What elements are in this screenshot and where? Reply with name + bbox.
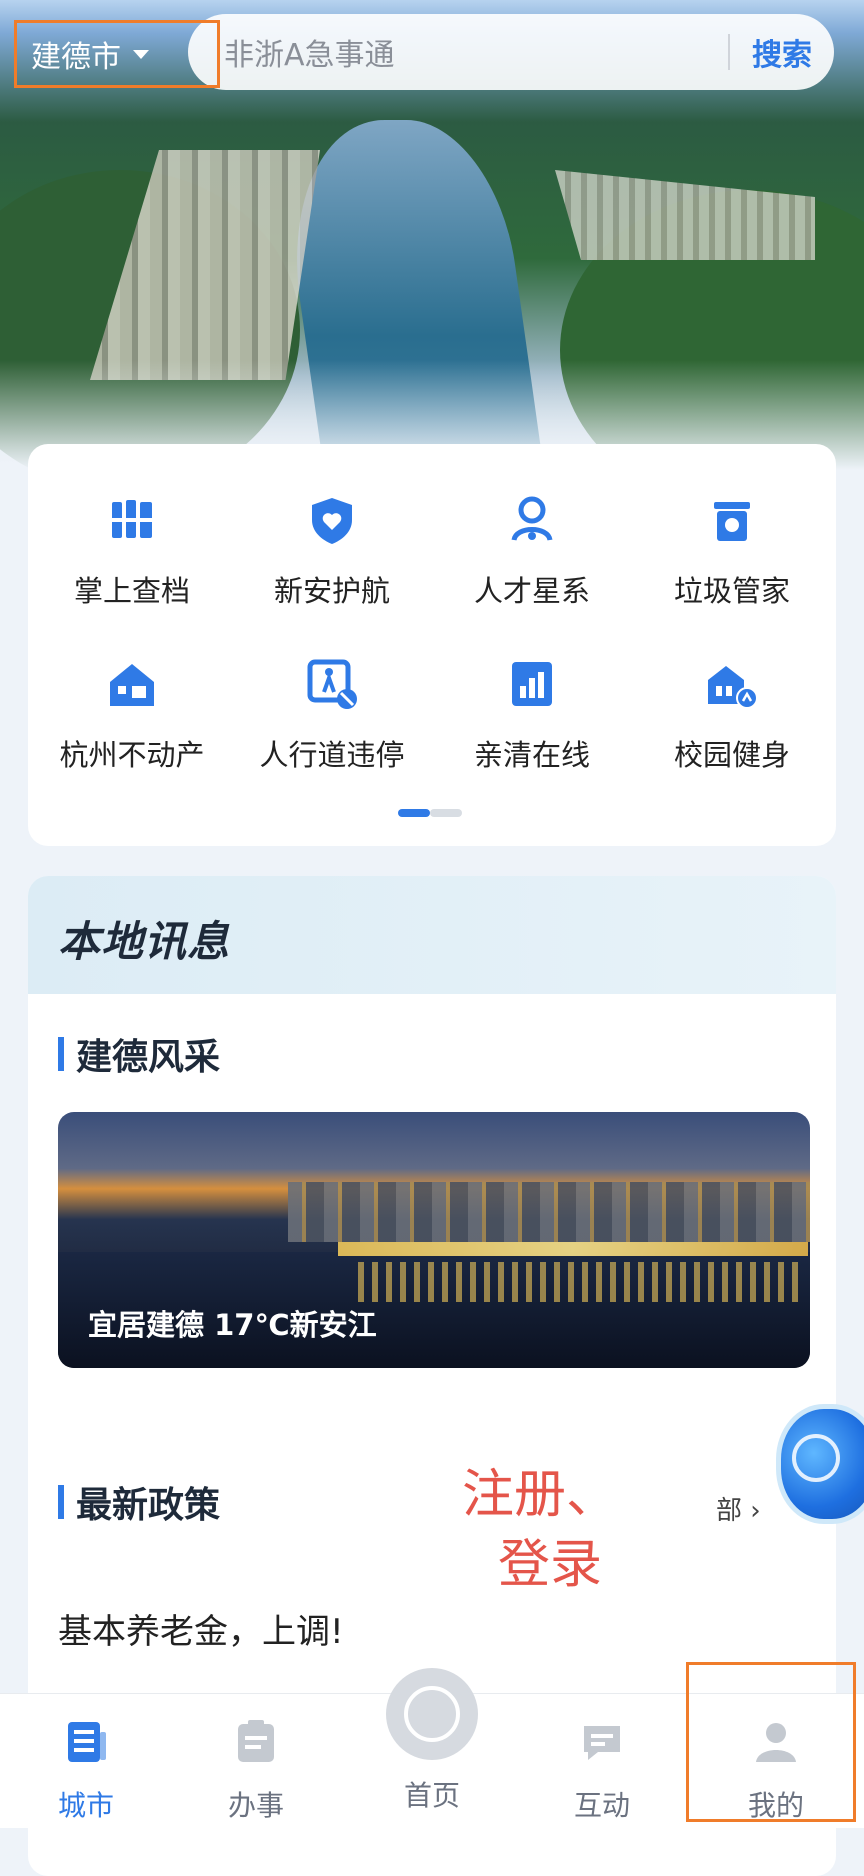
assistant-face-icon bbox=[792, 1434, 840, 1482]
banner-reflection bbox=[358, 1262, 798, 1302]
service-grid-card: 掌上查档 新安护航 人才星系 垃圾管家 杭州不动产 人行道违停 亲清在线 校园健… bbox=[28, 444, 836, 846]
local-news-title: 本地讯息 bbox=[58, 917, 231, 966]
service-grid: 掌上查档 新安护航 人才星系 垃圾管家 杭州不动产 人行道违停 亲清在线 校园健… bbox=[28, 490, 840, 774]
city-list-icon bbox=[68, 1722, 106, 1762]
service-item-realestate[interactable]: 杭州不动产 bbox=[32, 654, 232, 774]
tab-home[interactable] bbox=[386, 1668, 478, 1760]
school-run-icon bbox=[702, 654, 762, 714]
tab-affairs[interactable]: 办事 bbox=[196, 1718, 316, 1824]
page-dot bbox=[430, 809, 462, 817]
chat-bubble-icon bbox=[584, 1726, 620, 1760]
service-label: 掌上查档 bbox=[73, 574, 190, 608]
section-title-policy: 最新政策 bbox=[58, 1476, 220, 1528]
service-item-talent[interactable]: 人才星系 bbox=[432, 490, 632, 610]
page-indicator bbox=[398, 809, 462, 817]
service-item-campus-fitness[interactable]: 校园健身 bbox=[632, 654, 832, 774]
tab-home-label: 首页 bbox=[403, 1779, 460, 1812]
section-accent-bar bbox=[58, 1037, 64, 1071]
house-icon bbox=[102, 654, 162, 714]
home-logo-icon bbox=[404, 1686, 460, 1742]
service-item-archive[interactable]: 掌上查档 bbox=[32, 490, 232, 610]
tab-label: 我的 bbox=[747, 1789, 804, 1822]
service-item-xinan[interactable]: 新安护航 bbox=[232, 490, 432, 610]
tab-label: 城市 bbox=[57, 1789, 114, 1822]
search-button[interactable]: 搜索 bbox=[730, 30, 834, 74]
service-label: 人才星系 bbox=[473, 574, 590, 608]
building-chart-icon bbox=[502, 654, 562, 714]
service-label: 人行道违停 bbox=[259, 738, 405, 772]
annotation-line1: 注册、 bbox=[462, 1465, 619, 1525]
section-title-text: 最新政策 bbox=[76, 1485, 221, 1526]
person-network-icon bbox=[502, 490, 562, 550]
city-name: 建德市 bbox=[31, 40, 121, 75]
service-item-qinqing[interactable]: 亲清在线 bbox=[432, 654, 632, 774]
service-label: 新安护航 bbox=[273, 574, 390, 608]
chevron-down-icon bbox=[133, 49, 149, 59]
tab-label: 办事 bbox=[227, 1789, 284, 1822]
tab-interact[interactable]: 互动 bbox=[542, 1718, 662, 1824]
city-selector[interactable]: 建德市 bbox=[14, 20, 220, 88]
service-item-garbage[interactable]: 垃圾管家 bbox=[632, 490, 832, 610]
banner-lights bbox=[338, 1242, 808, 1256]
annotation-note: 注册、 登录 bbox=[462, 1460, 618, 1600]
search-input[interactable]: 非浙A急事通 bbox=[224, 30, 728, 74]
view-all-link[interactable]: 部 › bbox=[716, 1490, 761, 1527]
policy-list-item[interactable]: 基本养老金，上调! bbox=[58, 1604, 344, 1653]
section-title-jiande: 建德风采 bbox=[58, 1028, 220, 1080]
banner-skyline bbox=[288, 1182, 810, 1242]
clipboard-icon bbox=[238, 1720, 274, 1762]
trash-bin-icon bbox=[702, 490, 762, 550]
person-icon bbox=[756, 1723, 796, 1762]
section-title-text: 建德风采 bbox=[76, 1037, 221, 1078]
tab-mine[interactable]: 我的 bbox=[716, 1718, 836, 1824]
page-dot-active bbox=[398, 809, 430, 817]
section-accent-bar bbox=[58, 1485, 64, 1519]
archive-books-icon bbox=[102, 490, 162, 550]
tab-city[interactable]: 城市 bbox=[26, 1718, 146, 1824]
tab-label: 互动 bbox=[573, 1789, 630, 1822]
banner-caption: 宜居建德 17℃新安江 bbox=[88, 1308, 377, 1342]
pedestrian-no-parking-icon bbox=[302, 654, 362, 714]
annotation-line2: 登录 bbox=[498, 1535, 603, 1595]
floating-assistant-button[interactable] bbox=[770, 1388, 864, 1528]
search-bar[interactable]: 非浙A急事通 搜索 bbox=[188, 14, 834, 90]
service-label: 校园健身 bbox=[673, 738, 790, 772]
service-label: 垃圾管家 bbox=[673, 574, 790, 608]
service-label: 亲清在线 bbox=[473, 738, 590, 772]
service-item-sidewalk-parking[interactable]: 人行道违停 bbox=[232, 654, 432, 774]
shield-heart-icon bbox=[302, 490, 362, 550]
local-news-header: 本地讯息 bbox=[28, 876, 836, 994]
news-banner[interactable]: 宜居建德 17℃新安江 bbox=[58, 1112, 810, 1368]
hero-city-right bbox=[555, 170, 815, 260]
service-label: 杭州不动产 bbox=[59, 738, 205, 772]
